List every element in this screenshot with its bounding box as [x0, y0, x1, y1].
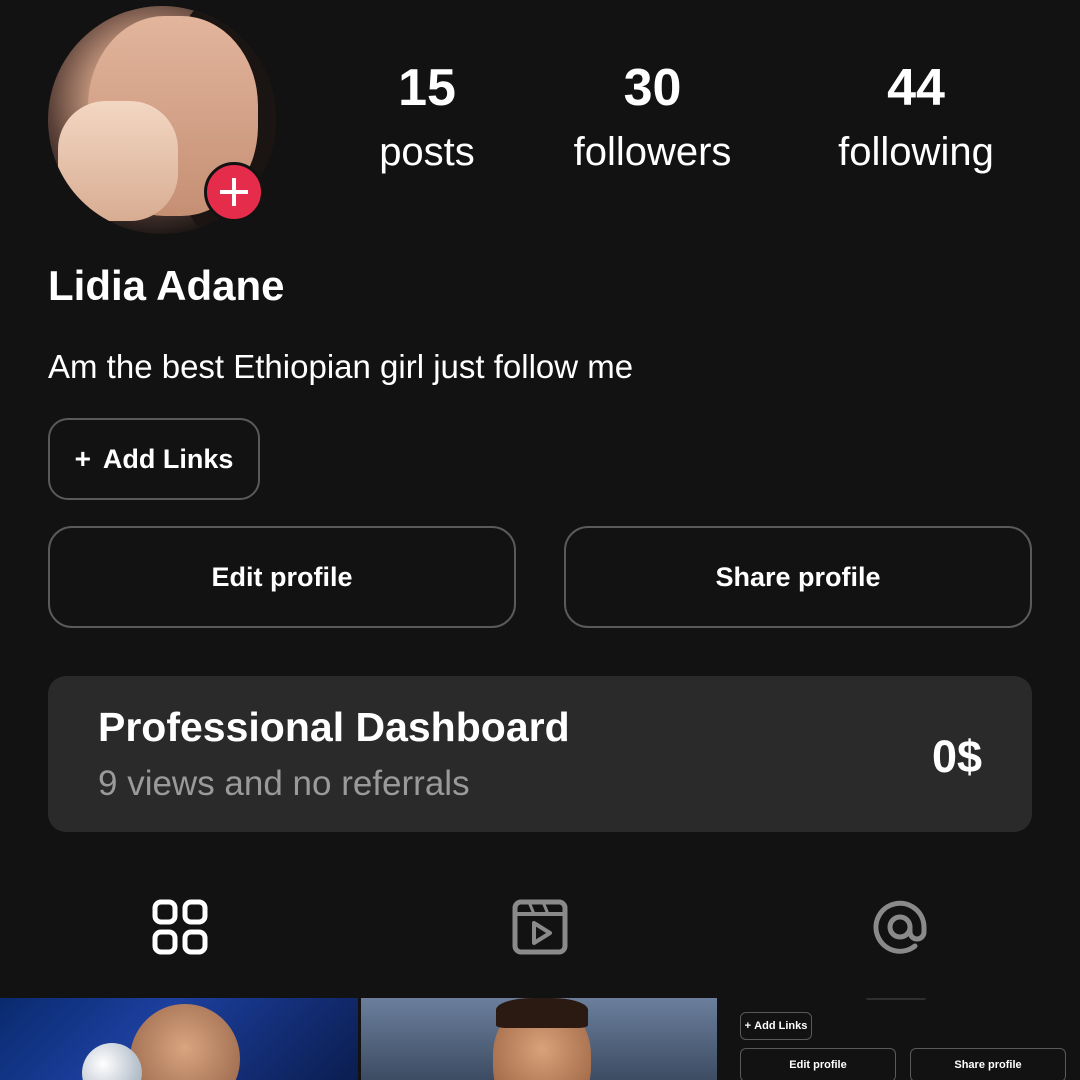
thumbnail-share-profile-button: Share profile: [910, 1048, 1066, 1080]
thumbnail-hair: [496, 998, 588, 1028]
reels-icon: [512, 899, 568, 955]
plus-icon: +: [74, 443, 91, 474]
stat-followers-label: followers: [573, 130, 732, 174]
plus-icon: [220, 178, 248, 206]
stat-following-value: 44: [887, 59, 945, 117]
stat-posts-label: posts: [379, 130, 475, 174]
thumbnail-divider: [866, 998, 926, 1000]
stat-following-label: following: [838, 130, 994, 174]
add-links-button[interactable]: + Add Links: [48, 418, 260, 500]
stat-followers-value: 30: [623, 59, 682, 117]
avatar-hand: [58, 101, 178, 221]
thumbnail-person: [130, 1004, 240, 1080]
thumbnail-edit-profile-button: Edit profile: [740, 1048, 896, 1080]
profile-bio: Am the best Ethiopian girl just follow m…: [48, 348, 634, 385]
stat-followers[interactable]: 30 followers: [560, 56, 745, 184]
edit-profile-button[interactable]: Edit profile: [48, 526, 516, 628]
tab-posts-grid[interactable]: [151, 898, 209, 956]
thumbnail-add-links-label: Add Links: [754, 1020, 808, 1032]
stat-posts[interactable]: 15 posts: [373, 56, 481, 184]
add-links-label: Add Links: [102, 443, 234, 474]
post-thumbnail[interactable]: [0, 998, 358, 1080]
thumbnail-edit-profile-label: Edit profile: [789, 1059, 847, 1071]
profile-name: Lidia Adane: [48, 262, 285, 309]
professional-dashboard-card[interactable]: Professional Dashboard 9 views and no re…: [48, 676, 1032, 832]
thumbnail-share-profile-label: Share profile: [954, 1059, 1022, 1071]
share-profile-label: Share profile: [715, 561, 881, 592]
stat-following[interactable]: 44 following: [824, 56, 1008, 184]
edit-profile-label: Edit profile: [211, 561, 353, 592]
tab-tagged[interactable]: [871, 898, 929, 956]
thumbnail-plus-icon: +: [744, 1020, 752, 1032]
post-thumbnail[interactable]: + Add Links Edit profile Share profile: [720, 998, 1080, 1080]
dashboard-subtitle: 9 views and no referrals: [98, 764, 470, 803]
dashboard-amount: 0$: [931, 731, 982, 782]
dashboard-title: Professional Dashboard: [98, 704, 570, 750]
add-story-button[interactable]: [204, 162, 264, 222]
thumbnail-add-links-button: + Add Links: [740, 1012, 812, 1040]
grid-icon: [152, 899, 208, 955]
post-thumbnail[interactable]: [361, 998, 717, 1080]
stat-posts-value: 15: [398, 59, 456, 117]
tab-reels[interactable]: [511, 898, 569, 956]
tagged-icon: [873, 900, 927, 954]
share-profile-button[interactable]: Share profile: [564, 526, 1032, 628]
